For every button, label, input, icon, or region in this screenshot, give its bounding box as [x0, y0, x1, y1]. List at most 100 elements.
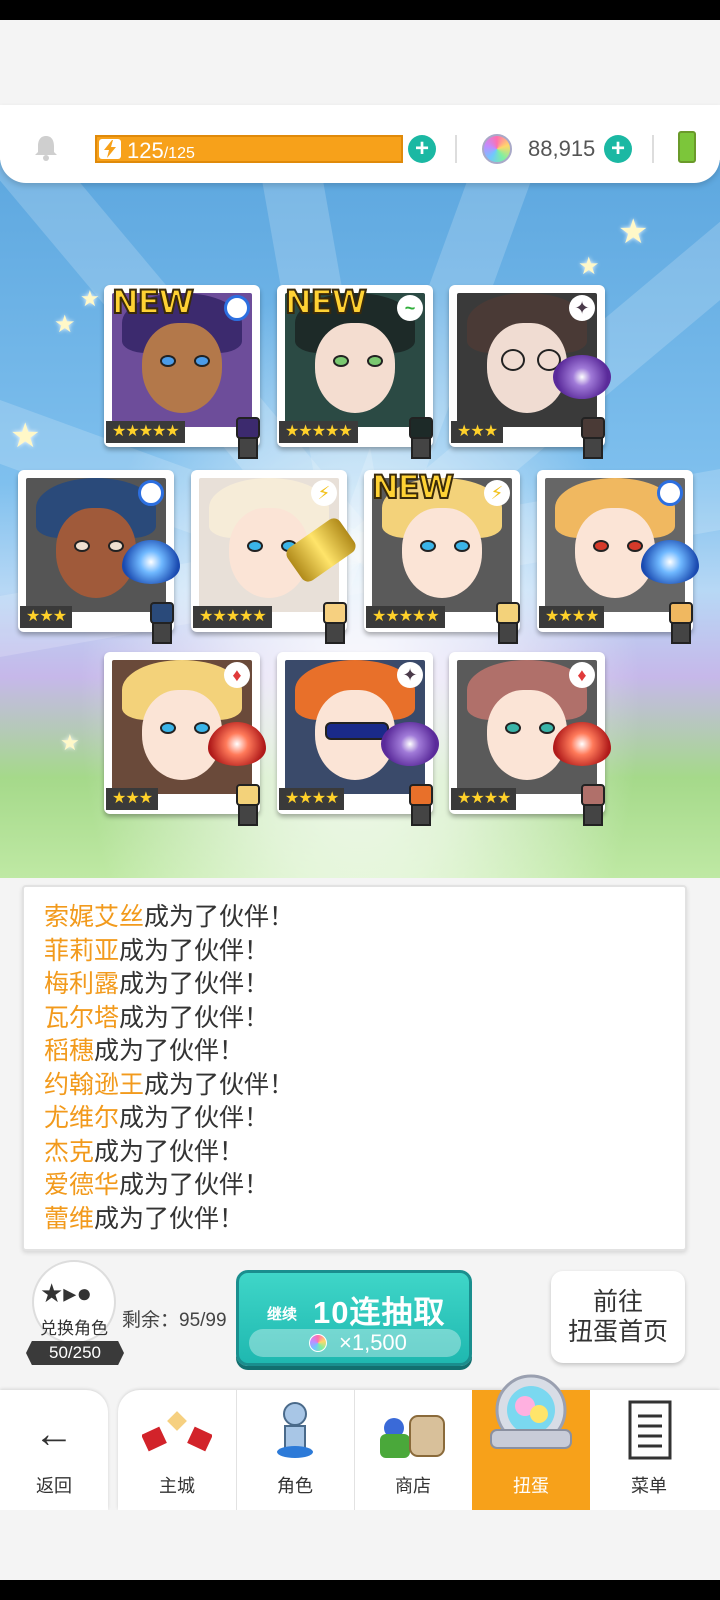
log-entry: 菲莉亚成为了伙伴！: [44, 936, 270, 965]
fire-gem-chip-icon: [208, 722, 266, 766]
rarity-stars: ★★★★: [279, 788, 345, 810]
dark-element-icon: ✦: [569, 295, 595, 321]
rarity-stars: ★★★★: [451, 788, 517, 810]
pull-label: 10连抽取: [313, 1295, 446, 1330]
add-energy-button[interactable]: +: [408, 135, 436, 163]
rarity-stars: ★★★: [451, 421, 504, 443]
nav-item-town[interactable]: 主城: [118, 1390, 236, 1510]
character-card[interactable]: ♦ ★★★★: [449, 652, 611, 826]
character-card[interactable]: ♦ ★★★: [104, 652, 266, 826]
nav-item-shop[interactable]: 商店: [354, 1390, 472, 1510]
character-card[interactable]: ✦ ★★★★: [277, 652, 439, 826]
nav-item-character[interactable]: 角色: [236, 1390, 354, 1510]
character-card[interactable]: ✦ ★★★: [449, 285, 611, 459]
continue-label: 继续: [267, 1306, 298, 1323]
gem-count: 88,915: [528, 136, 596, 161]
water-element-icon: [138, 480, 164, 506]
battery-icon: [678, 131, 696, 163]
goto-gacha-home-button[interactable]: 前往 扭蛋首页: [551, 1271, 685, 1363]
gem-icon: [482, 134, 512, 164]
nav-label: 菜单: [631, 1476, 667, 1496]
gacha-result-screen: 125/125 + 88,915 + ★ ★ ★ ★ ★ ★ NEW ★★★★★…: [0, 20, 720, 1580]
back-label: 返回: [36, 1476, 72, 1496]
star-decoration-icon: ★: [578, 253, 600, 280]
nav-item-menu[interactable]: 菜单: [590, 1390, 708, 1510]
rarity-stars: ★★★★★: [366, 606, 445, 628]
character-name: 蕾维: [44, 1204, 95, 1233]
back-label-wrap: 返回: [0, 1390, 108, 1510]
star-decoration-icon: ★: [54, 311, 76, 338]
divider: [455, 135, 457, 163]
character-sprite: [142, 602, 182, 646]
rarity-stars: ★★★★★: [193, 606, 272, 628]
add-gems-button[interactable]: +: [604, 135, 632, 163]
water-element-icon: [657, 480, 683, 506]
dark-gem-chip-icon: [553, 355, 611, 399]
rarity-stars: ★★★★: [539, 606, 605, 628]
star-decoration-icon: ★: [80, 286, 100, 311]
dark-element-icon: ✦: [397, 662, 423, 688]
character-card[interactable]: NEW ~ ★★★★★: [277, 282, 433, 459]
nav-label: 角色: [277, 1476, 313, 1496]
character-name: 稻穗: [44, 1037, 95, 1065]
character-sprite: [488, 602, 528, 646]
goto-label-line2: 扭蛋首页: [567, 1318, 668, 1346]
log-entry: 蕾维成为了伙伴！: [44, 1204, 245, 1233]
log-entry: 杰克成为了伙伴！: [44, 1137, 245, 1166]
new-badge: NEW: [371, 467, 455, 507]
character-card[interactable]: ★★★: [18, 470, 180, 644]
star-decoration-icon: ★: [618, 213, 649, 251]
character-name: 约翰逊王: [44, 1070, 145, 1099]
character-sprite: [315, 602, 355, 646]
log-entry: 索娓艾丝成为了伙伴！: [44, 903, 295, 931]
exchange-label: 兑换角色: [40, 1319, 108, 1338]
rarity-stars: ★★★: [106, 788, 159, 810]
nav-label: 扭蛋: [513, 1476, 549, 1496]
water-gem-chip-icon: [641, 540, 699, 584]
back-button[interactable]: ← 返回: [0, 1390, 108, 1510]
exchange-character-button[interactable]: ★▸● 兑换角色 50/250: [26, 1260, 126, 1390]
character-card[interactable]: NEW ⚡ ★★★★★: [364, 467, 520, 644]
character-card[interactable]: ⚡ ★★★★★: [191, 470, 359, 644]
exchange-count: 50/250: [26, 1341, 124, 1365]
nav-strip: 主城 角色 商店 扭蛋 菜单: [118, 1374, 720, 1510]
gacha-machine-icon: [490, 1374, 572, 1449]
character-sprite: [573, 784, 613, 828]
character-icon: [277, 1402, 313, 1458]
nav-label: 商店: [395, 1476, 431, 1496]
gem-icon: [309, 1334, 327, 1352]
character-sprite: [661, 602, 701, 646]
water-element-icon: [224, 295, 250, 321]
energy-value: 125/125: [127, 138, 195, 163]
character-sprite: [228, 417, 268, 461]
bell-icon[interactable]: [32, 133, 60, 161]
character-sprite: [401, 784, 441, 828]
log-entry: 约翰逊王成为了伙伴！: [44, 1070, 295, 1099]
character-sprite: [573, 417, 613, 461]
shop-bag-icon: [380, 1415, 445, 1458]
rarity-stars: ★★★★★: [106, 421, 185, 443]
character-name: 瓦尔塔: [44, 1003, 120, 1032]
star-decoration-icon: ★: [10, 417, 41, 455]
gacha-result-banner: ★ ★ ★ ★ ★ ★ NEW ★★★★★ NEW ~ ★★★★★ ✦ ★★★ …: [0, 160, 720, 878]
continue-10-pull-button[interactable]: 继续 10连抽取 ×1,500: [236, 1270, 472, 1366]
character-name: 菲莉亚: [44, 936, 120, 965]
rarity-stars: ★★★★★: [279, 421, 358, 443]
character-name: 尤维尔: [44, 1104, 120, 1132]
star-decoration-icon: ★: [60, 730, 80, 755]
energy-bar: 125/125: [95, 135, 403, 163]
character-sprite: [228, 784, 268, 828]
top-status-bar: 125/125 + 88,915 +: [0, 105, 720, 183]
character-name: 爱德华: [44, 1171, 120, 1199]
nav-item-gacha[interactable]: 扭蛋: [472, 1374, 590, 1510]
character-sprite: [401, 417, 441, 461]
character-card[interactable]: NEW ★★★★★: [104, 282, 260, 459]
goto-label-line1: 前往: [592, 1288, 643, 1316]
menu-list-icon: [628, 1400, 672, 1460]
pull-cost: ×1,500: [249, 1329, 461, 1357]
remaining-count: 剩余：95/99: [122, 1310, 227, 1331]
character-name: 索娓艾丝: [44, 903, 145, 931]
new-badge: NEW: [111, 282, 195, 322]
character-card[interactable]: ★★★★: [537, 470, 699, 644]
recruit-log[interactable]: 索娓艾丝成为了伙伴！ 菲莉亚成为了伙伴！ 梅利露成为了伙伴！ 瓦尔塔成为了伙伴！…: [22, 885, 687, 1251]
